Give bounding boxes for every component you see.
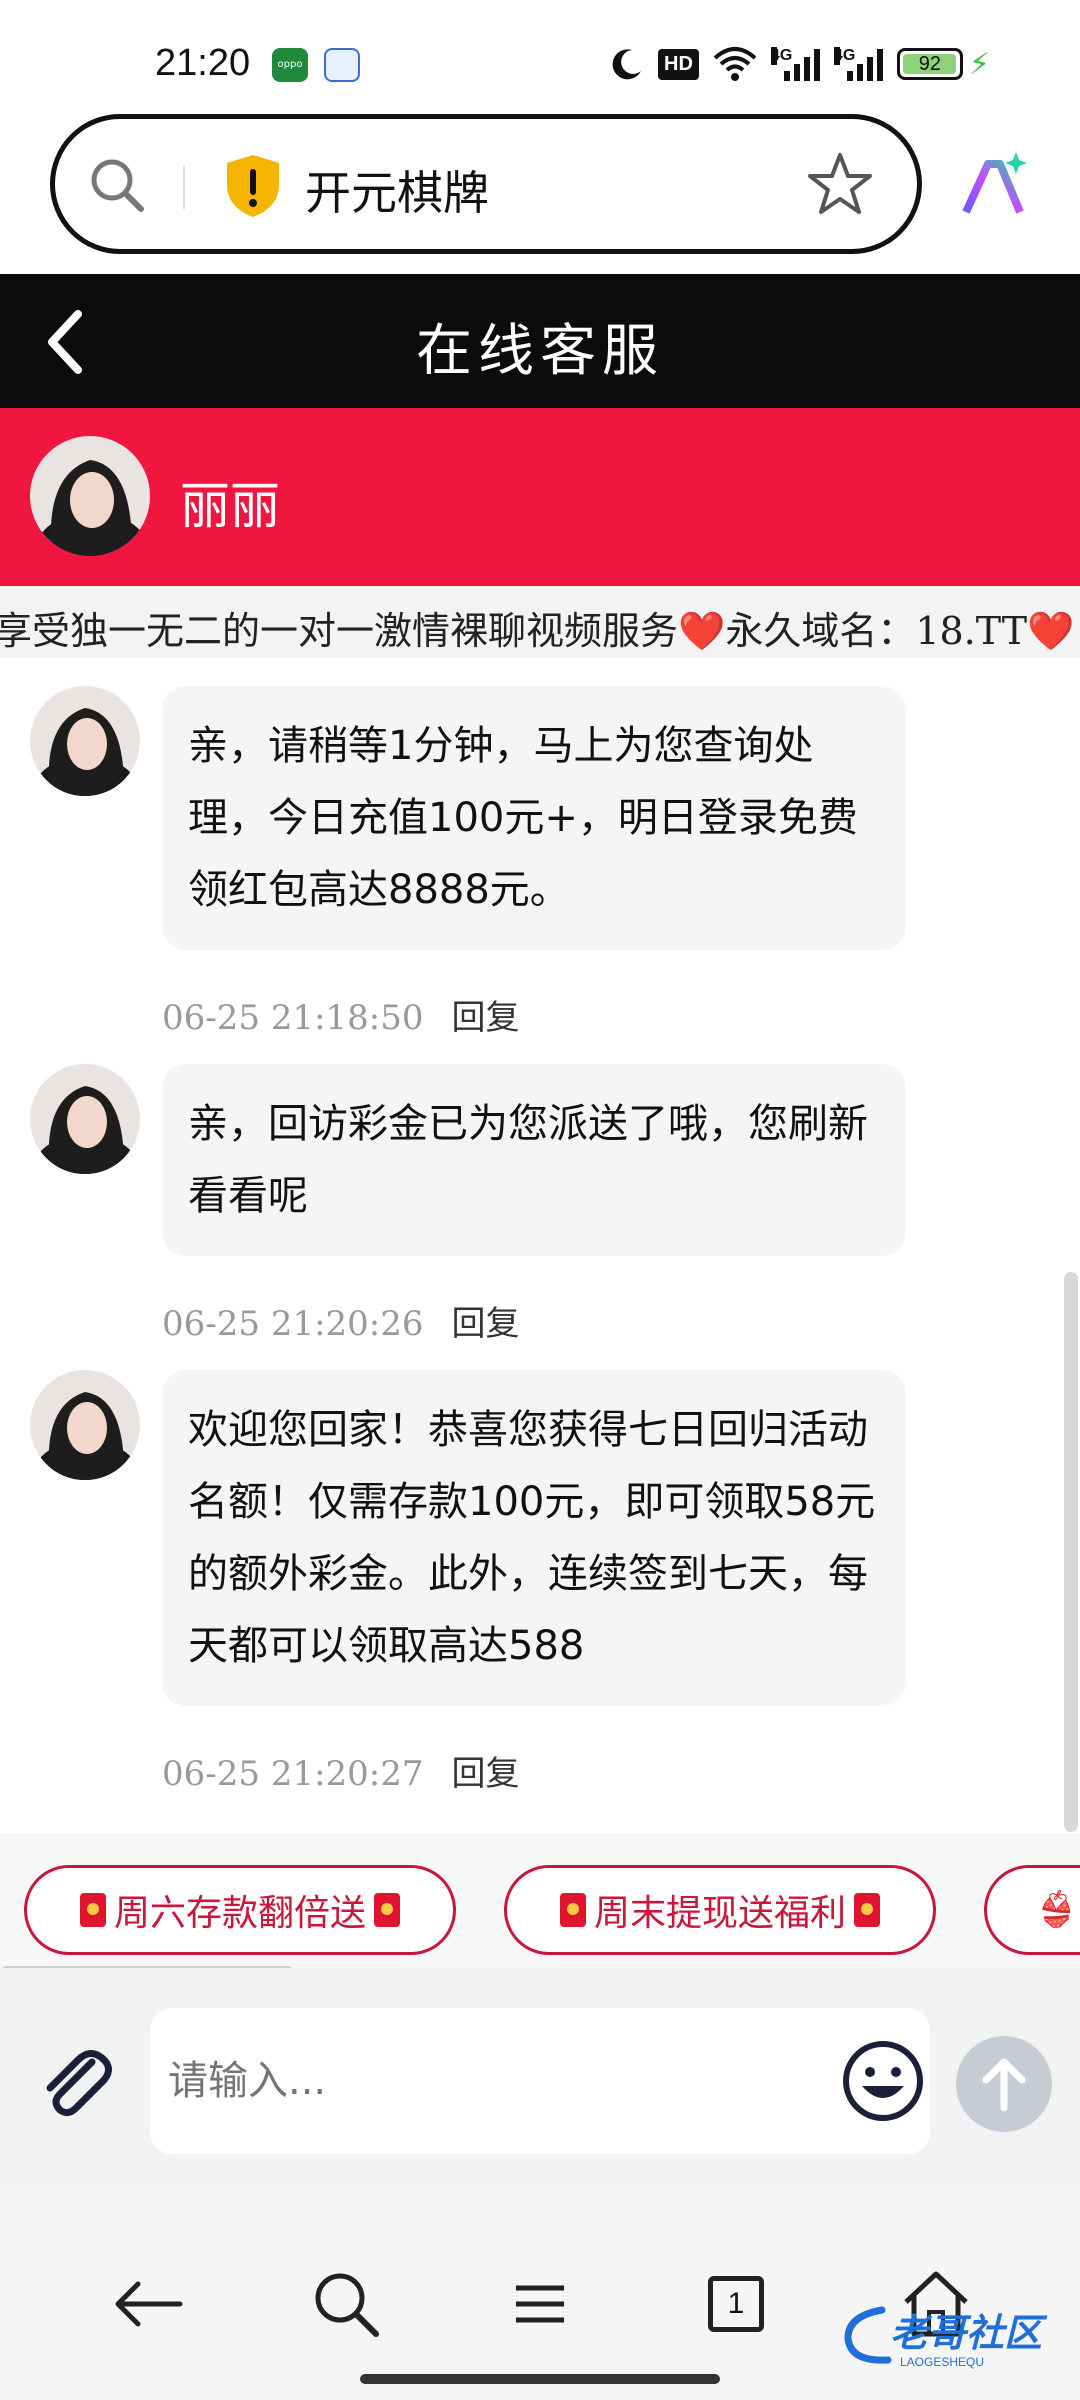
agent-bar: 丽丽 bbox=[0, 408, 1080, 586]
marquee-text: 享受独一无二的一对一激情裸聊视频服务❤️永久域名：18.TT❤️ bbox=[0, 609, 1075, 653]
chat-area[interactable]: 亲，请稍等1分钟，马上为您查询处理，今日充值100元+，明日登录免费领红包高达8… bbox=[0, 658, 1080, 1833]
red-envelope-icon bbox=[79, 1893, 106, 1927]
charging-icon: ⚡ bbox=[968, 46, 990, 82]
oppo-app-icon: oppo bbox=[272, 48, 308, 82]
red-envelope-icon bbox=[854, 1893, 880, 1927]
reply-link[interactable]: 回复 bbox=[452, 1304, 520, 1344]
signal-icon-2: 4G bbox=[833, 47, 883, 81]
quick-reply-chip[interactable]: 周六存款翻倍送 bbox=[24, 1865, 456, 1955]
arrow-up-icon bbox=[982, 2058, 1026, 2112]
status-icons: HD 4G 4G 92 ⚡ bbox=[610, 44, 990, 84]
moon-icon bbox=[612, 49, 642, 80]
message-meta: 06-25 21:20:26 回复 bbox=[162, 1296, 520, 1345]
svg-text:LAOGESHEQU: LAOGESHEQU bbox=[900, 2355, 984, 2369]
message-composer bbox=[0, 1968, 1080, 2184]
address-divider bbox=[183, 165, 185, 209]
page-title: 在线客服 bbox=[416, 319, 664, 384]
status-time: 21:20 bbox=[155, 42, 251, 84]
gesture-bar[interactable] bbox=[360, 2374, 720, 2384]
signal-icon-1: 4G bbox=[770, 47, 820, 81]
hd-icon: HD bbox=[658, 48, 699, 80]
battery-icon: 92 bbox=[896, 48, 963, 80]
ai-assistant-icon[interactable] bbox=[958, 150, 1030, 222]
message-bubble: 欢迎您回家！恭喜您获得七日回归活动名额！仅需存款100元，即可领取58元的额外彩… bbox=[162, 1370, 906, 1706]
message-input[interactable] bbox=[150, 2008, 930, 2154]
message-bubble: 亲，请稍等1分钟，马上为您查询处理，今日充值100元+，明日登录免费领红包高达8… bbox=[162, 686, 906, 950]
message-time: 06-25 21:18:50 bbox=[162, 998, 424, 1038]
emoji-icon[interactable] bbox=[840, 2038, 926, 2124]
address-bar[interactable]: 开元棋牌 bbox=[50, 114, 922, 254]
message-meta: 06-25 21:20:27 回复 bbox=[162, 1746, 520, 1795]
quick-reply-bar: 周六存款翻倍送 周末提现送福利 👙 bbox=[0, 1833, 1080, 1968]
tabs-button[interactable]: 1 bbox=[696, 2264, 776, 2344]
bookmark-star-icon[interactable] bbox=[805, 149, 875, 219]
watermark-logo: 老哥社区 LAOGESHEQU bbox=[844, 2306, 1048, 2369]
tab-count: 1 bbox=[727, 2287, 745, 2320]
quick-reply-label: 周末提现送福利 bbox=[593, 1893, 846, 1934]
search-icon[interactable] bbox=[306, 2264, 386, 2344]
bikini-icon: 👙 bbox=[1035, 1890, 1078, 1930]
reply-link[interactable]: 回复 bbox=[452, 998, 520, 1038]
page-header: 在线客服 bbox=[0, 274, 1080, 408]
svg-text:老哥社区: 老哥社区 bbox=[890, 2313, 1048, 2355]
reply-link[interactable]: 回复 bbox=[452, 1754, 520, 1794]
red-envelope-icon bbox=[559, 1893, 586, 1927]
agent-avatar bbox=[30, 686, 140, 796]
message-time: 06-25 21:20:27 bbox=[162, 1754, 424, 1794]
chat-scrollbar[interactable] bbox=[1064, 1272, 1078, 1832]
notice-marquee: 享受独一无二的一对一激情裸聊视频服务❤️永久域名：18.TT❤️ bbox=[0, 586, 1080, 658]
agent-avatar bbox=[30, 436, 150, 556]
warning-shield-icon[interactable] bbox=[225, 153, 281, 219]
menu-icon[interactable] bbox=[500, 2264, 580, 2344]
tabs-icon: 1 bbox=[708, 2276, 764, 2332]
paperclip-icon[interactable] bbox=[30, 2038, 120, 2128]
message-bubble: 亲，回访彩金已为您派送了哦，您刷新看看呢 bbox=[162, 1064, 906, 1256]
wifi-icon bbox=[713, 47, 757, 81]
quick-reply-chip-partial[interactable]: 👙 bbox=[984, 1865, 1080, 1955]
status-bar: 21:20 oppo HD 4G 4G 92 ⚡ bbox=[0, 0, 1080, 110]
message-meta: 06-25 21:18:50 回复 bbox=[162, 990, 520, 1039]
red-envelope-icon bbox=[374, 1893, 400, 1927]
quick-reply-label: 周六存款翻倍送 bbox=[113, 1893, 366, 1934]
search-icon[interactable] bbox=[87, 155, 147, 215]
quick-reply-chip[interactable]: 周末提现送福利 bbox=[504, 1865, 936, 1955]
back-icon[interactable] bbox=[108, 2264, 188, 2344]
address-text[interactable]: 开元棋牌 bbox=[305, 157, 489, 223]
community-watermark: 老哥社区 LAOGESHEQU bbox=[842, 2300, 1072, 2370]
agent-avatar bbox=[30, 1370, 140, 1480]
agent-avatar bbox=[30, 1064, 140, 1174]
baidu-app-icon bbox=[324, 48, 360, 82]
message-time: 06-25 21:20:26 bbox=[162, 1304, 424, 1344]
send-button[interactable] bbox=[956, 2036, 1052, 2132]
agent-name: 丽丽 bbox=[180, 477, 280, 535]
